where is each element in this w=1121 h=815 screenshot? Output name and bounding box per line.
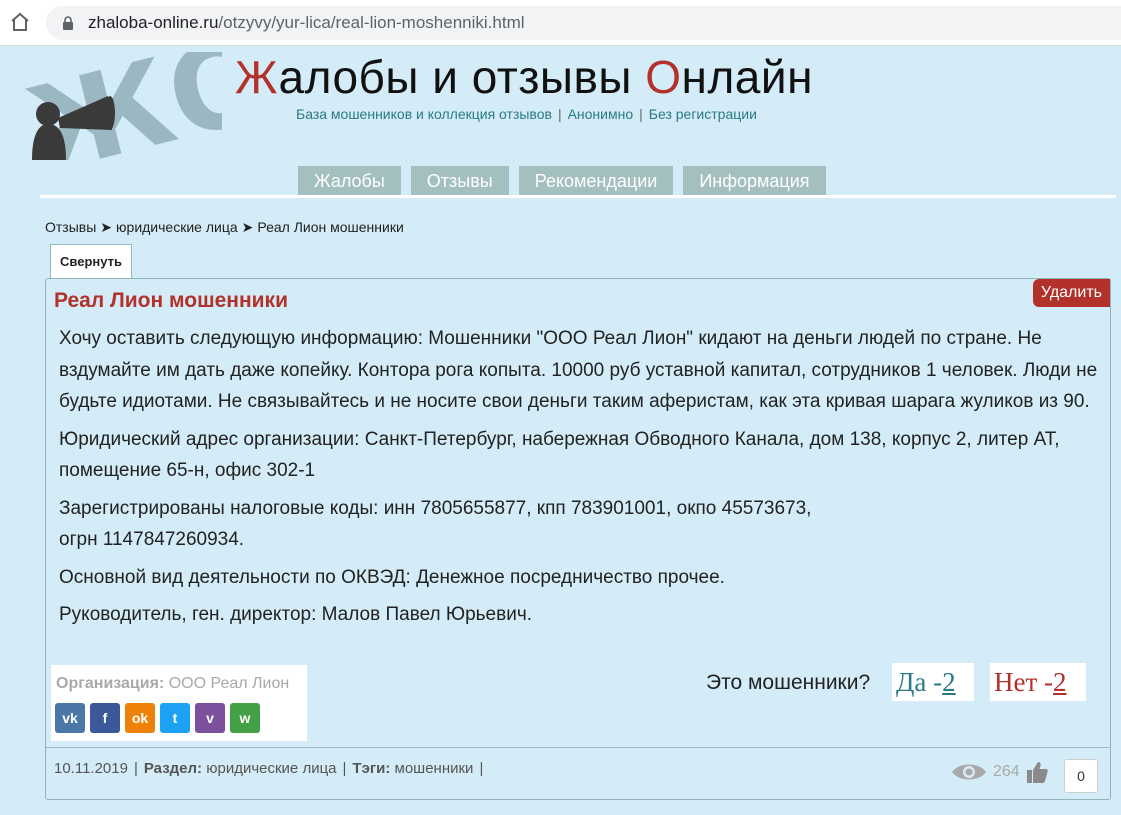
views-counter: 264: [951, 757, 1048, 787]
vote-no-button[interactable]: Нет -2: [990, 663, 1086, 701]
review-paragraph: Хочу оставить следующую информацию: Моше…: [59, 328, 1098, 412]
organization-box: Организация: ООО Реал Лион vk f ok t v w: [51, 665, 307, 741]
delete-button[interactable]: Удалить: [1032, 279, 1110, 307]
review-meta: 10.11.2019 | Раздел: юридические лица | Тэги…: [54, 760, 484, 777]
odnoklassniki-icon[interactable]: ok: [125, 703, 155, 733]
review-title[interactable]: Реал Лион мошенники: [54, 289, 288, 313]
site-title[interactable]: Жалобы и отзывы Онлайн: [235, 50, 813, 104]
nav-item-complaints[interactable]: Жалобы: [298, 166, 401, 196]
lock-icon: [63, 16, 73, 30]
section-link[interactable]: юридические лица: [206, 760, 336, 777]
collapse-button[interactable]: Свернуть: [50, 244, 132, 278]
tagline-item: Анонимно: [567, 106, 634, 122]
tagline-separator: |: [639, 106, 643, 122]
whatsapp-icon[interactable]: w: [230, 703, 260, 733]
nav-divider: [40, 195, 1116, 198]
review-body: Хочу оставить следующую информацию: Моше…: [59, 323, 1099, 637]
review-paragraph: Руководитель, ген. директор: Малов Павел…: [59, 604, 532, 625]
review-paragraph: Основной вид деятельности по ОКВЭД: Дене…: [59, 566, 725, 588]
tagline-item: База мошенников и коллекция отзывов: [296, 106, 552, 122]
breadcrumb-arrow-icon: ➤: [100, 219, 113, 235]
browser-toolbar: zhaloba-online.ru/otzyvy/yur-lica/real-l…: [0, 0, 1121, 46]
nav-item-information[interactable]: Информация: [683, 166, 826, 196]
breadcrumb-arrow-icon: ➤: [241, 219, 254, 235]
tagline-item: Без регистрации: [648, 106, 757, 122]
eye-icon: [952, 764, 986, 780]
likes-count: 0: [1064, 759, 1098, 793]
url-text: zhaloba-online.ru/otzyvy/yur-lica/real-l…: [88, 13, 525, 32]
nav-item-recommendations[interactable]: Рекомендации: [518, 166, 674, 196]
vote-question: Это мошенники?: [706, 671, 871, 694]
review-paragraph: Зарегистрированы налоговые коды: инн 780…: [59, 497, 812, 551]
address-bar[interactable]: zhaloba-online.ru/otzyvy/yur-lica/real-l…: [46, 6, 1121, 40]
home-icon[interactable]: [8, 10, 32, 34]
main-nav: Жалобы Отзывы Рекомендации Информация: [298, 166, 826, 196]
breadcrumb: Отзывы ➤ юридические лица ➤ Реал Лион мошенн…: [45, 219, 404, 236]
tags-label: Тэги:: [352, 760, 391, 777]
viber-icon[interactable]: v: [195, 703, 225, 733]
vk-icon[interactable]: vk: [55, 703, 85, 733]
share-buttons: vk f ok t v w: [55, 703, 260, 733]
section-label: Раздел:: [143, 760, 203, 777]
organization-line: Организация: ООО Реал Лион: [56, 675, 289, 693]
twitter-icon[interactable]: t: [160, 703, 190, 733]
breadcrumb-item-legal-entities[interactable]: юридические лица: [116, 219, 238, 235]
card-divider: [46, 747, 1110, 748]
thumbs-up-icon[interactable]: [1026, 760, 1048, 784]
review-card: Реал Лион мошенники Удалить Хочу оставит…: [45, 278, 1111, 800]
nav-item-reviews[interactable]: Отзывы: [410, 166, 509, 196]
review-paragraph: Юридический адрес организации: Санкт-Пет…: [59, 428, 1060, 482]
views-count: 264: [993, 763, 1020, 780]
organization-label: Организация:: [56, 675, 165, 692]
tag-link[interactable]: мошенники: [395, 760, 474, 777]
site-logo[interactable]: ЖО: [22, 52, 222, 160]
site-tagline: База мошенников и коллекция отзывов | Анон…: [296, 106, 757, 122]
tagline-separator: |: [557, 106, 562, 122]
facebook-icon[interactable]: f: [90, 703, 120, 733]
breadcrumb-current: Реал Лион мошенники: [257, 219, 404, 235]
breadcrumb-item-reviews[interactable]: Отзывы: [45, 219, 96, 235]
review-date: 10.11.2019: [54, 760, 128, 777]
vote-yes-button[interactable]: Да -2: [892, 663, 974, 701]
organization-value: ООО Реал Лион: [168, 675, 290, 692]
